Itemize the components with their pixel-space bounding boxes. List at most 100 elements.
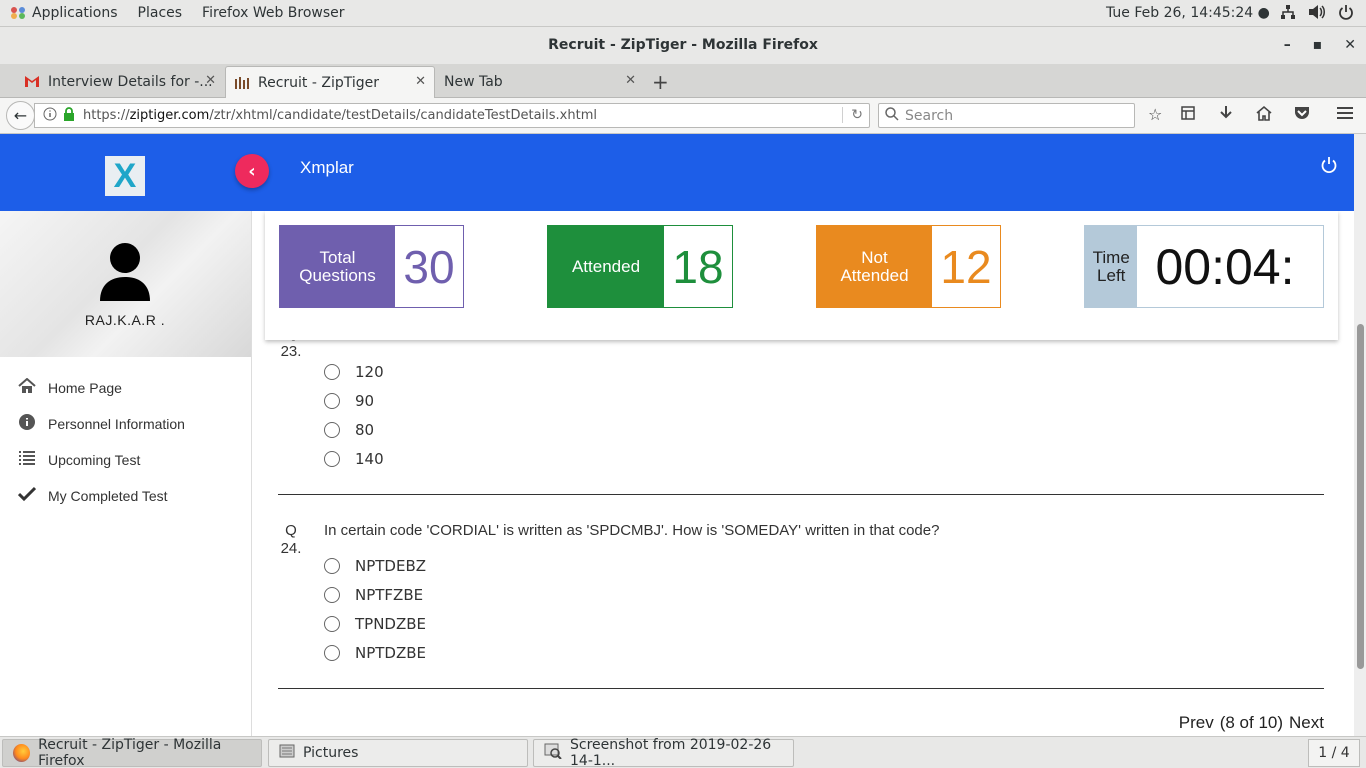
sidebar-item-label: Upcoming Test: [48, 452, 141, 468]
pager: Prev (8 of 10) Next: [1179, 713, 1324, 733]
search-placeholder: Search: [905, 107, 954, 124]
places-menu[interactable]: Places: [128, 0, 193, 27]
new-tab-icon[interactable]: +: [652, 70, 669, 94]
radio-button[interactable]: [324, 616, 340, 632]
logo-letter: X: [113, 156, 137, 195]
download-icon[interactable]: [1218, 105, 1234, 125]
radio-button[interactable]: [324, 393, 340, 409]
question-prefix: Q: [285, 522, 297, 539]
option-label: 120: [355, 363, 384, 381]
taskbar-item-screenshot[interactable]: Screenshot from 2019-02-26 14-1...: [533, 737, 794, 768]
time-left-value: 00:04:: [1137, 226, 1323, 307]
total-label-line1: Total: [319, 247, 356, 267]
close-window-icon[interactable]: ✕: [1344, 27, 1356, 64]
radio-button[interactable]: [324, 364, 340, 380]
question-24-option-2[interactable]: NPTFZBE: [324, 586, 423, 604]
radio-button[interactable]: [324, 558, 340, 574]
clock[interactable]: Tue Feb 26, 14:45:24 ●: [1106, 5, 1270, 21]
tab-new[interactable]: New Tab ✕: [436, 66, 644, 98]
next-button[interactable]: Next: [1289, 713, 1324, 733]
scrollbar-thumb[interactable]: [1357, 324, 1364, 669]
radio-button[interactable]: [324, 645, 340, 661]
applications-menu[interactable]: Applications: [0, 0, 128, 27]
logout-power-icon[interactable]: [1320, 156, 1338, 179]
url-host: ziptiger.com: [129, 108, 210, 123]
collapse-sidebar-button[interactable]: ‹: [235, 154, 269, 188]
time-left-label: Time Left: [1085, 226, 1138, 307]
radio-button[interactable]: [324, 422, 340, 438]
sidebar-item-personnel-information[interactable]: Personnel Information: [16, 410, 185, 438]
home-icon: [16, 377, 38, 399]
applications-icon: [10, 6, 26, 20]
question-divider: [278, 688, 1324, 689]
network-icon[interactable]: [1280, 4, 1296, 24]
radio-button[interactable]: [324, 587, 340, 603]
close-tab-icon[interactable]: ✕: [625, 73, 636, 88]
radio-button[interactable]: [324, 451, 340, 467]
search-input[interactable]: Search: [878, 103, 1135, 128]
question-num: 23.: [280, 343, 302, 360]
taskbar-item-pictures[interactable]: Pictures: [268, 739, 528, 767]
reload-icon[interactable]: ↻: [842, 107, 863, 123]
volume-icon[interactable]: [1308, 4, 1326, 24]
home-button-icon[interactable]: [1256, 105, 1272, 125]
total-questions-stat: Total Questions 30: [279, 225, 464, 308]
check-icon: [16, 486, 38, 507]
info-icon[interactable]: [43, 107, 57, 125]
tab-gmail[interactable]: Interview Details for -... ✕: [16, 66, 224, 98]
question-24-option-4[interactable]: NPTDZBE: [324, 644, 426, 662]
question-23-option-4[interactable]: 140: [324, 450, 384, 468]
not-attended-line1: Not: [861, 247, 888, 267]
back-button[interactable]: ←: [6, 101, 35, 130]
task-label: Recruit - ZipTiger - Mozilla Firefox: [38, 737, 222, 768]
sidebar-item-label: Home Page: [48, 380, 122, 396]
attended-stat: Attended 18: [547, 225, 733, 308]
back-arrow-icon: ←: [13, 106, 28, 125]
option-label: 80: [355, 421, 375, 439]
pocket-icon[interactable]: [1294, 105, 1310, 125]
prev-button[interactable]: Prev: [1179, 713, 1214, 733]
workspace-indicator[interactable]: 1 / 4: [1308, 739, 1360, 767]
question-23-option-3[interactable]: 80: [324, 421, 374, 439]
url-path: /ztr/xhtml/candidate/testDetails/candida…: [209, 108, 597, 123]
task-label: Pictures: [303, 745, 359, 761]
question-divider: [278, 494, 1324, 495]
url-bar[interactable]: https://ziptiger.com/ztr/xhtml/candidate…: [34, 103, 870, 128]
taskbar-item-firefox[interactable]: Recruit - ZipTiger - Mozilla Firefox: [2, 737, 262, 768]
minimize-icon[interactable]: –: [1284, 27, 1291, 64]
sidebar-item-upcoming-test[interactable]: Upcoming Test: [16, 446, 140, 474]
total-questions-value: 30: [395, 226, 463, 307]
info-circle-icon: [16, 413, 38, 435]
profile-card: RAJ.K.A.R .: [0, 211, 251, 357]
question-23-option-1[interactable]: 120: [324, 363, 384, 381]
firefox-icon: [13, 744, 31, 762]
hamburger-menu-icon[interactable]: [1336, 105, 1354, 125]
ziptiger-icon: [234, 75, 250, 91]
sidebar-item-home[interactable]: Home Page: [16, 374, 122, 402]
option-label: NPTFZBE: [355, 586, 424, 604]
not-attended-value: 12: [932, 226, 1000, 307]
page-status: (8 of 10): [1219, 713, 1284, 732]
file-manager-icon: [279, 743, 295, 763]
app-logo[interactable]: X: [105, 156, 145, 196]
close-tab-icon[interactable]: ✕: [205, 73, 216, 88]
page-scrollbar[interactable]: [1354, 134, 1366, 736]
bookmark-star-icon[interactable]: ☆: [1148, 105, 1162, 124]
applications-label: Applications: [32, 5, 118, 21]
question-23-option-2[interactable]: 90: [324, 392, 374, 410]
power-menu-icon[interactable]: [1338, 4, 1354, 24]
question-num: 24.: [280, 540, 302, 557]
tab-label: New Tab: [444, 74, 503, 90]
tab-recruit[interactable]: Recruit - ZipTiger ✕: [225, 66, 435, 98]
close-tab-icon[interactable]: ✕: [415, 74, 426, 89]
question-24-option-1[interactable]: NPTDEBZ: [324, 557, 426, 575]
question-24-option-3[interactable]: TPNDZBE: [324, 615, 426, 633]
library-icon[interactable]: [1180, 105, 1196, 125]
option-label: 140: [355, 450, 384, 468]
time-label-line1: Time: [1092, 247, 1130, 267]
sidebar-item-my-completed-test[interactable]: My Completed Test: [16, 482, 168, 510]
attended-label: Attended: [548, 226, 664, 307]
app-menu[interactable]: Firefox Web Browser: [192, 0, 355, 27]
maximize-icon[interactable]: ▪: [1313, 27, 1323, 64]
system-tray[interactable]: [1280, 4, 1354, 24]
